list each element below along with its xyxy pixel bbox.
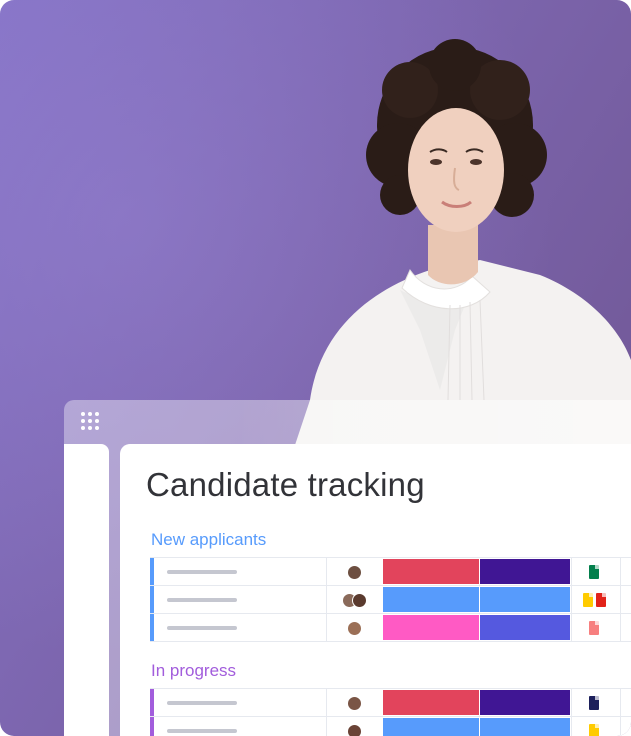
item-name-placeholder[interactable]	[167, 570, 237, 574]
file-icon[interactable]	[589, 696, 599, 710]
status-cell[interactable]	[383, 559, 479, 584]
status-cell[interactable]	[480, 587, 570, 612]
file-icon[interactable]	[596, 593, 606, 607]
column-divider	[571, 614, 572, 641]
item-name-placeholder[interactable]	[167, 598, 237, 602]
item-name-placeholder[interactable]	[167, 701, 237, 705]
column-divider	[326, 614, 327, 641]
column-divider	[620, 717, 621, 736]
status-cell[interactable]	[383, 718, 479, 736]
table-row[interactable]	[150, 586, 631, 614]
page-title: Candidate tracking	[146, 466, 425, 503]
avatar[interactable]	[352, 593, 367, 608]
file-icon[interactable]	[589, 565, 599, 579]
group-color-bar	[150, 717, 154, 736]
status-cell[interactable]	[383, 587, 479, 612]
column-divider	[571, 586, 572, 613]
column-divider	[326, 689, 327, 716]
person-photo	[290, 39, 631, 460]
column-divider	[620, 586, 621, 613]
avatar[interactable]	[347, 565, 362, 580]
column-divider	[326, 586, 327, 613]
column-divider	[571, 558, 572, 585]
column-divider	[326, 717, 327, 736]
column-divider	[326, 558, 327, 585]
left-sidebar	[64, 444, 109, 736]
file-icon[interactable]	[589, 621, 599, 635]
table-row[interactable]	[150, 717, 631, 736]
table-row[interactable]	[150, 689, 631, 717]
status-cell[interactable]	[480, 615, 570, 640]
group-color-bar	[150, 586, 154, 613]
status-cell[interactable]	[383, 615, 479, 640]
column-divider	[620, 614, 621, 641]
avatar[interactable]	[347, 621, 362, 636]
group-color-bar	[150, 558, 154, 585]
table-row[interactable]	[150, 614, 631, 642]
group-color-bar	[150, 689, 154, 716]
column-divider	[620, 689, 621, 716]
status-cell[interactable]	[480, 690, 570, 715]
avatar[interactable]	[347, 724, 362, 736]
group-title-in-progress[interactable]: In progress	[151, 661, 236, 681]
item-name-placeholder[interactable]	[167, 729, 237, 733]
file-icon[interactable]	[589, 724, 599, 736]
status-cell[interactable]	[383, 690, 479, 715]
app-top-bar	[64, 400, 631, 444]
item-name-placeholder[interactable]	[167, 626, 237, 630]
hero-background: Candidate tracking New applicants In pro…	[0, 0, 631, 736]
column-divider	[571, 717, 572, 736]
file-icon[interactable]	[583, 593, 593, 607]
avatar[interactable]	[347, 696, 362, 711]
group-title-new-applicants[interactable]: New applicants	[151, 530, 266, 550]
column-divider	[571, 689, 572, 716]
group-color-bar	[150, 614, 154, 641]
status-cell[interactable]	[480, 718, 570, 736]
column-divider	[620, 558, 621, 585]
grid-dots-icon[interactable]	[79, 410, 101, 432]
status-cell[interactable]	[480, 559, 570, 584]
table-row[interactable]	[150, 558, 631, 586]
